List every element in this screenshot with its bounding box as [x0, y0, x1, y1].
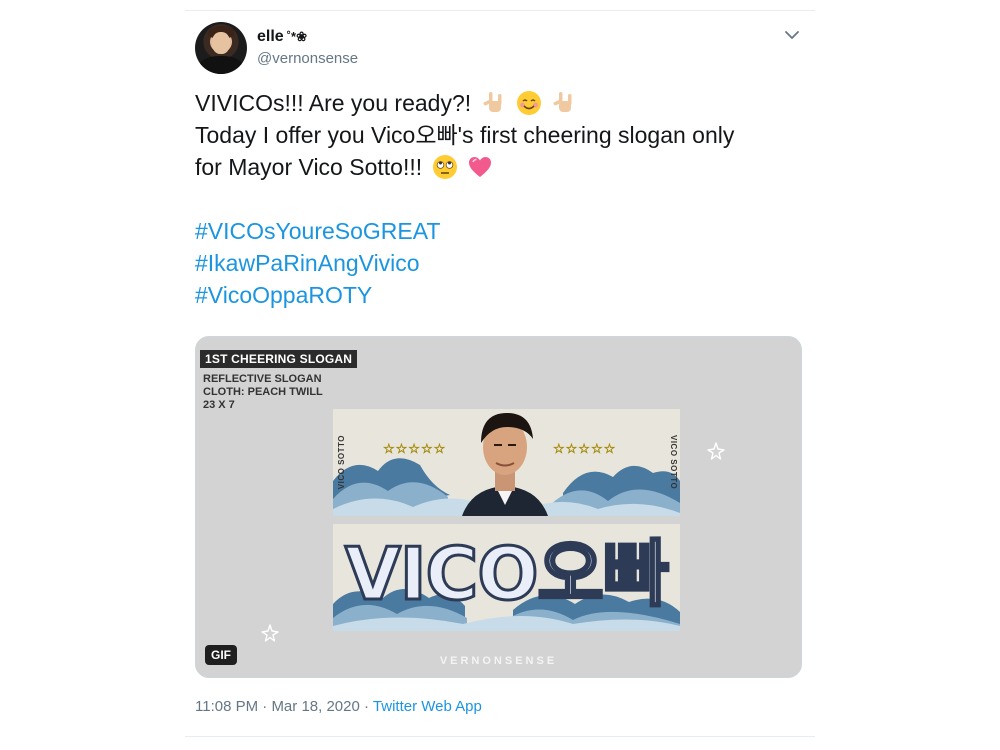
chevron-down-icon[interactable] [783, 28, 801, 42]
tweet-meta: 11:08 PM · Mar 18, 2020 · Twitter Web Ap… [195, 698, 482, 715]
hashtag-3[interactable]: #VicoOppaROTY [195, 279, 795, 311]
tweet-text: VIVICOs!!! Are you ready?! Today I offer [195, 87, 795, 311]
smiling-face-icon [516, 91, 541, 115]
user-display-name[interactable]: elle ˚*❀ [257, 28, 307, 46]
slogan-banner-back: VICO오빠 [333, 524, 680, 631]
slogan-big-text: VICO오빠 [343, 532, 670, 616]
tweet-source-app[interactable]: Twitter Web App [373, 698, 482, 715]
love-you-gesture-icon [483, 92, 502, 112]
user-handle[interactable]: @vernonsense [257, 50, 358, 67]
tweet-line-2: Today I offer you Vico오빠's first cheerin… [195, 122, 735, 148]
vertical-label-right: VICO SOTTO [669, 435, 678, 490]
sparkle-icon [707, 442, 725, 460]
portrait-illustration [462, 413, 548, 516]
tweet-line-3-text: for Mayor Vico Sotto!!! [195, 154, 423, 180]
tweet-time[interactable]: 11:08 PM [195, 698, 258, 715]
rolling-eyes-face-icon [432, 155, 457, 179]
media-spec-2: CLOTH: PEACH TWILL [203, 386, 323, 398]
meta-separator: · [364, 698, 369, 715]
stars-right: ☆☆☆☆☆ [553, 441, 617, 457]
tweet-line-1-text: VIVICOs!!! Are you ready?! [195, 90, 472, 116]
media-spec-3: 23 X 7 [203, 399, 235, 411]
hashtag-1[interactable]: #VICOsYoureSoGREAT [195, 215, 795, 247]
user-name-text: elle [257, 28, 284, 45]
stars-left: ☆☆☆☆☆ [383, 441, 447, 457]
media-spec-1: REFLECTIVE SLOGAN [203, 373, 322, 385]
love-you-gesture-icon [553, 92, 572, 112]
sparkle-icon [261, 624, 279, 642]
meta-separator: · [262, 698, 268, 715]
divider-bottom [185, 736, 815, 737]
tweet-line-1: VIVICOs!!! Are you ready?! [195, 87, 795, 119]
tweet-media-gif[interactable]: 1ST CHEERING SLOGAN REFLECTIVE SLOGAN CL… [195, 336, 802, 678]
avatar[interactable] [195, 22, 247, 74]
hashtag-2[interactable]: #IkawPaRinAngVivico [195, 247, 795, 279]
user-name-decoration: ˚*❀ [286, 29, 307, 44]
tweet-line-3: for Mayor Vico Sotto!!! [195, 151, 795, 183]
tweet-card: elle ˚*❀ @vernonsense VIVICOs!!! Are you … [0, 0, 1000, 750]
divider-top [185, 10, 815, 11]
media-watermark: VERNONSENSE [439, 655, 558, 667]
heart-icon [468, 157, 491, 177]
vertical-label-left: VICO SOTTO [337, 435, 346, 490]
tweet-date[interactable]: Mar 18, 2020 [271, 698, 359, 715]
media-title: 1ST CHEERING SLOGAN [200, 350, 358, 368]
slogan-banner-front: VICO SOTTO VICO SOTTO ☆☆☆☆☆ ☆☆☆☆☆ [333, 409, 680, 516]
